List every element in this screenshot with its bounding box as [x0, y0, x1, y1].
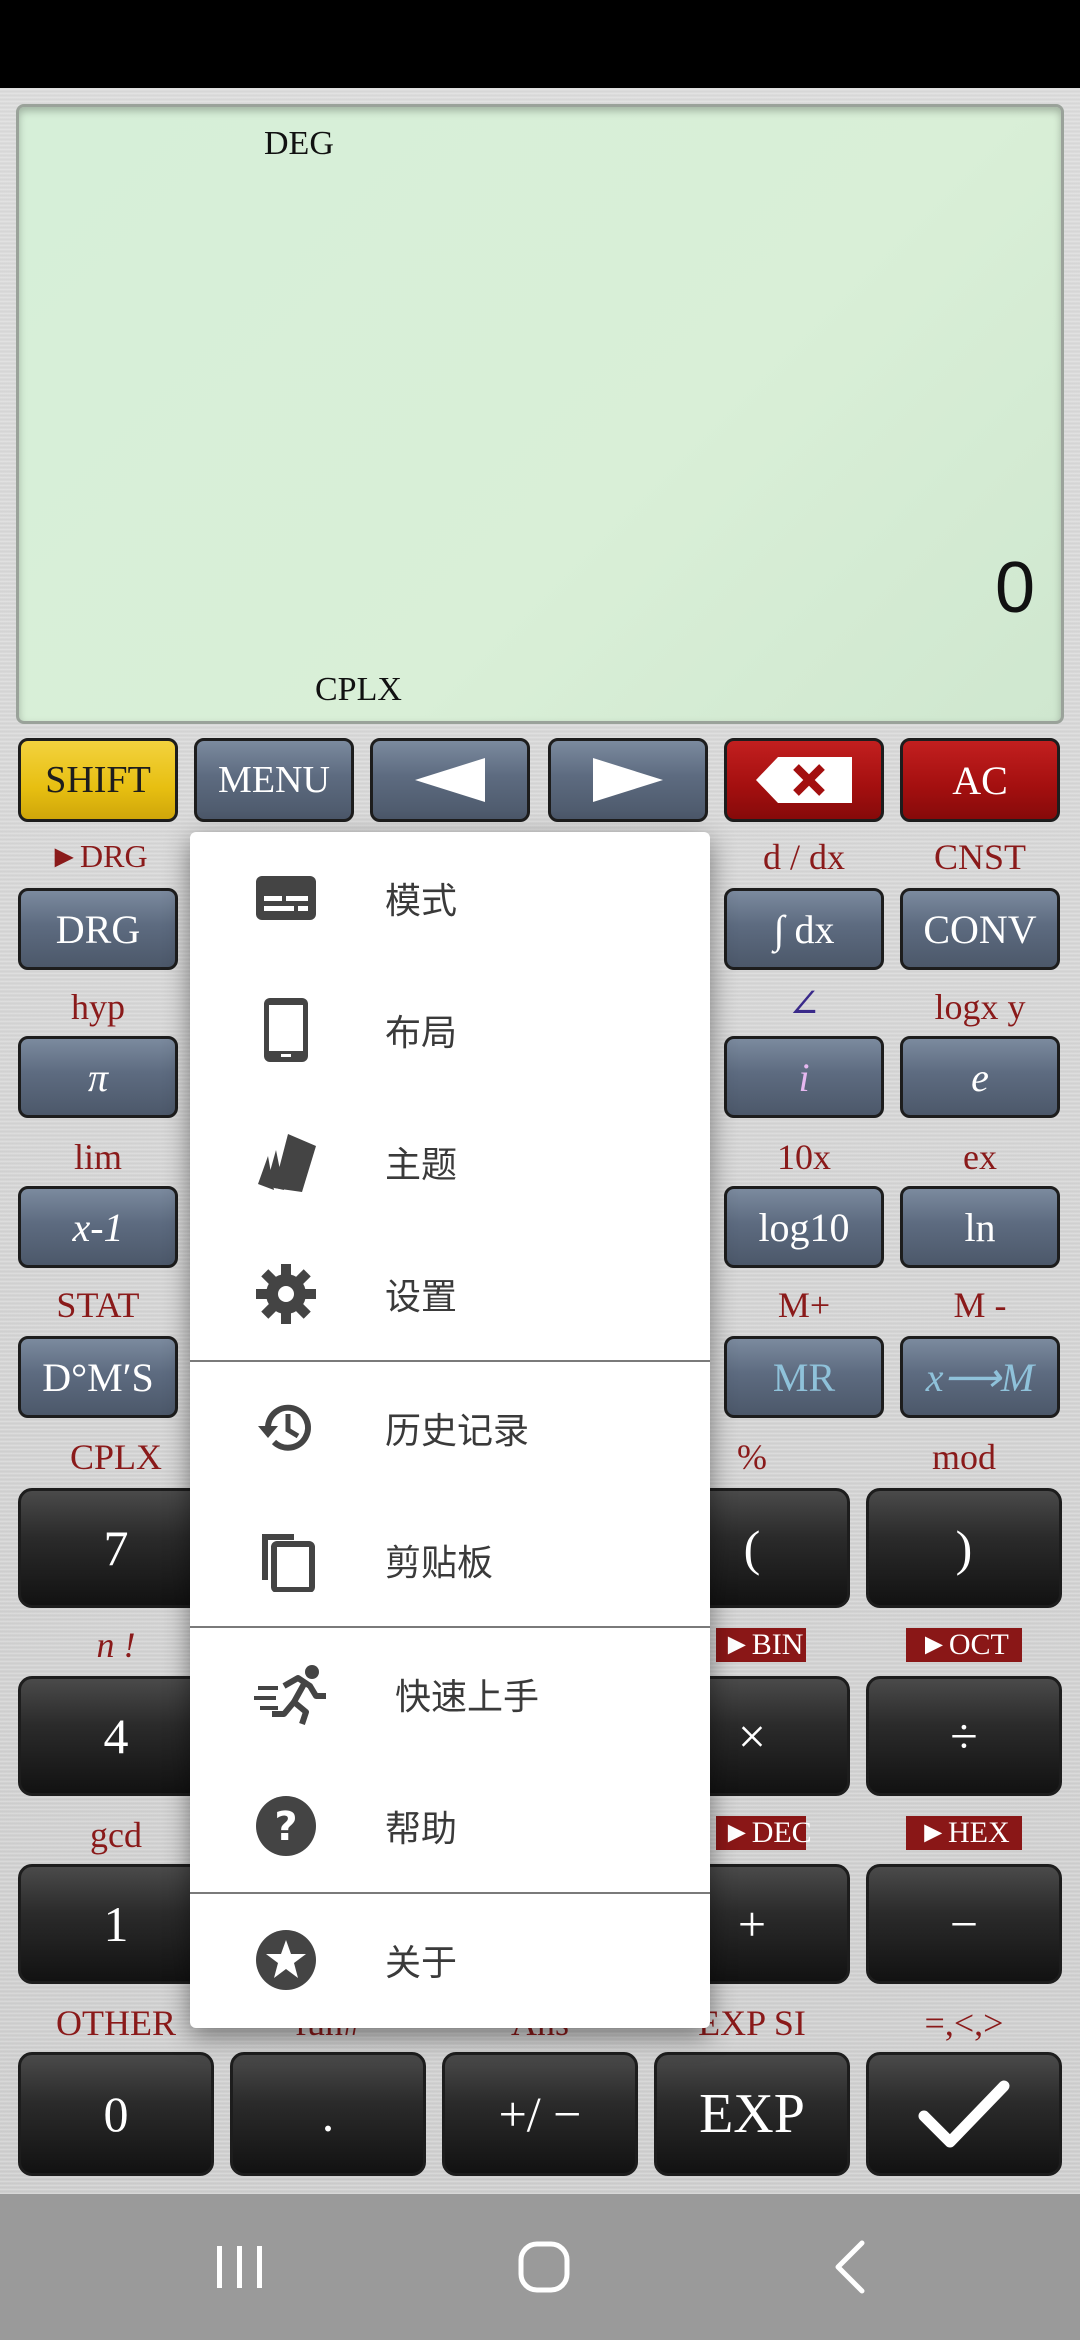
- conv-button[interactable]: CONV: [900, 888, 1060, 970]
- digit-1-button[interactable]: 1: [18, 1864, 214, 1984]
- tablet-icon: [264, 998, 308, 1062]
- menu-button[interactable]: MENU: [194, 738, 354, 822]
- memory-recall-button[interactable]: MR: [724, 1336, 884, 1418]
- right-arrow-icon: [593, 758, 663, 802]
- left-arrow-icon: [415, 758, 485, 802]
- to-decimal-label: ►DEC: [716, 1816, 812, 1850]
- drg-button[interactable]: DRG: [18, 888, 178, 970]
- logxy-label: logx y: [934, 987, 1026, 1027]
- cursor-left-button[interactable]: [370, 738, 530, 822]
- mode-icon: [256, 876, 316, 920]
- menu-item-about[interactable]: 关于: [190, 1894, 710, 2026]
- compare-label: =,<,>: [924, 2003, 1004, 2043]
- ln-button[interactable]: ln: [900, 1186, 1060, 1268]
- pi-button[interactable]: π: [18, 1036, 178, 1118]
- reciprocal-button[interactable]: x-1: [18, 1186, 178, 1268]
- complex-label: CPLX: [69, 1437, 163, 1477]
- menu-item-help[interactable]: ? 帮助: [190, 1760, 710, 1892]
- recent-apps-button[interactable]: [170, 2194, 310, 2340]
- stat-label: STAT: [56, 1285, 140, 1325]
- star-icon: [256, 1930, 316, 1990]
- menu-item-theme[interactable]: 主题: [190, 1096, 710, 1228]
- status-bar: [0, 0, 1080, 88]
- other-label: OTHER: [56, 2003, 176, 2043]
- menu-item-settings[interactable]: 设置: [190, 1228, 710, 1360]
- digit-4-button[interactable]: 4: [18, 1676, 214, 1796]
- divide-button[interactable]: ÷: [866, 1676, 1062, 1796]
- menu-item-quick-start[interactable]: 快速上手: [190, 1628, 710, 1760]
- recent-apps-icon: [217, 2246, 262, 2288]
- exp-power-label: ex: [963, 1137, 997, 1177]
- log10-button[interactable]: log10: [724, 1186, 884, 1268]
- imaginary-button[interactable]: i: [724, 1036, 884, 1118]
- factorial-label: n !: [96, 1625, 136, 1665]
- checkmark-icon: [918, 2080, 1010, 2148]
- drg-convert-label: ►DRG: [48, 838, 148, 874]
- derivative-label: d / dx: [762, 837, 845, 877]
- menu-item-mode[interactable]: 模式: [190, 832, 710, 964]
- menu-item-layout[interactable]: 布局: [190, 964, 710, 1096]
- to-binary-label: ►BIN: [716, 1628, 806, 1662]
- backspace-button[interactable]: [724, 738, 884, 822]
- svg-text:?: ?: [274, 1804, 297, 1850]
- clipboard-icon: [262, 1534, 315, 1592]
- gcd-label: gcd: [90, 1815, 142, 1855]
- to-hex-label: ►HEX: [906, 1816, 1022, 1850]
- home-button[interactable]: [474, 2194, 614, 2340]
- menu-item-label: 帮助: [385, 1809, 458, 1850]
- shift-button[interactable]: SHIFT: [18, 738, 178, 822]
- cursor-right-button[interactable]: [548, 738, 708, 822]
- back-icon: [835, 2240, 865, 2294]
- menu-item-label: 剪贴板: [385, 1543, 494, 1584]
- angle-label: ∠: [787, 981, 821, 1026]
- menu-item-history[interactable]: 历史记录: [190, 1362, 710, 1494]
- calculator-display: DEG CPLX 0: [16, 104, 1064, 724]
- hyp-label: hyp: [71, 987, 125, 1027]
- e-button[interactable]: e: [900, 1036, 1060, 1118]
- negate-button[interactable]: +/ −: [442, 2052, 638, 2176]
- digit-0-button[interactable]: 0: [18, 2052, 214, 2176]
- minus-button[interactable]: −: [866, 1864, 1062, 1984]
- dms-button[interactable]: D°M′S: [18, 1336, 178, 1418]
- digit-7-button[interactable]: 7: [18, 1488, 214, 1608]
- equals-button[interactable]: [866, 2052, 1062, 2176]
- menu-item-label: 模式: [385, 881, 458, 922]
- home-icon: [518, 2241, 570, 2293]
- menu-item-label: 设置: [385, 1277, 458, 1318]
- display-value: 0: [994, 548, 1035, 628]
- store-memory-button[interactable]: x⟶M: [900, 1336, 1060, 1418]
- memory-subtract-label: M -: [953, 1285, 1007, 1325]
- history-icon: [258, 1404, 311, 1451]
- back-button[interactable]: [780, 2194, 920, 2340]
- menu-item-label: 快速上手: [395, 1677, 540, 1718]
- memory-add-label: M+: [777, 1285, 831, 1325]
- to-octal-label: ►OCT: [906, 1628, 1022, 1662]
- run-icon: [254, 1665, 326, 1725]
- exp-button[interactable]: EXP: [654, 2052, 850, 2176]
- angle-mode-indicator: DEG: [264, 125, 334, 162]
- ten-power-label: 10x: [777, 1137, 831, 1177]
- decimal-point-button[interactable]: .: [230, 2052, 426, 2176]
- menu-item-label: 历史记录: [385, 1411, 530, 1452]
- mod-label: mod: [931, 1437, 996, 1477]
- gear-icon: [256, 1264, 316, 1324]
- menu-item-clipboard[interactable]: 剪贴板: [190, 1494, 710, 1626]
- right-paren-button[interactable]: ): [866, 1488, 1062, 1608]
- system-navigation-bar: [0, 2194, 1080, 2340]
- constants-label: CNST: [933, 837, 1027, 877]
- backspace-icon: [756, 757, 852, 803]
- main-menu-popup: 模式 布局 主题 设置 历史记录 剪贴板 快速上手 ? 帮助 关于: [190, 832, 710, 2028]
- menu-item-label: 关于: [385, 1943, 458, 1984]
- integral-button[interactable]: ∫ dx: [724, 888, 884, 970]
- limit-label: lim: [73, 1137, 122, 1177]
- all-clear-button[interactable]: AC: [900, 738, 1060, 822]
- menu-item-label: 主题: [385, 1145, 458, 1186]
- complex-indicator: CPLX: [315, 671, 402, 708]
- theme-icon: [258, 1134, 316, 1192]
- menu-item-label: 布局: [385, 1013, 458, 1054]
- help-icon: ?: [256, 1796, 316, 1856]
